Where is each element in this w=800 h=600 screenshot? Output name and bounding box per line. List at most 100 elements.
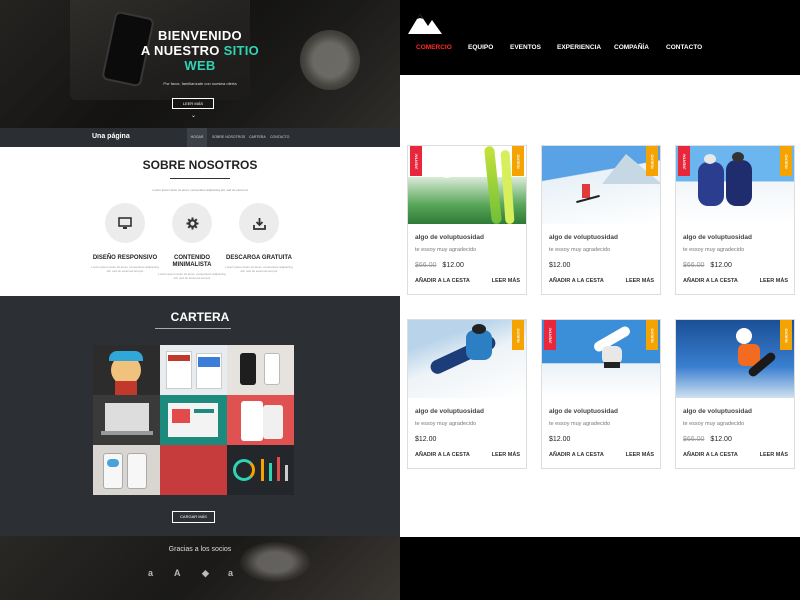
about-text: Lorem ipsum dolor sit amet, consectetur … — [152, 188, 248, 192]
product-image-trick[interactable]: NUEVO — [676, 320, 794, 398]
nav-item-contact[interactable]: CONTACTO — [270, 128, 289, 147]
product-price: $66.00 $12.00 — [683, 436, 732, 443]
mountain-logo-icon[interactable] — [408, 8, 442, 39]
product-card[interactable]: NUEVO algo de voluptuosidad te essoy muy… — [541, 145, 661, 295]
portfolio-item-red[interactable] — [160, 445, 227, 495]
old-price: $66.00 — [683, 436, 705, 443]
add-to-cart-button[interactable]: AÑADIR A LA CESTA — [683, 278, 738, 284]
current-price: $12.00 — [549, 436, 571, 443]
product-card[interactable]: NUEVO algo de voluptuosidad te essoy muy… — [675, 319, 795, 469]
product-price: $12.00 — [549, 436, 570, 443]
product-price: $66.00 $12.00 — [683, 262, 732, 269]
feature-download: DESCARGA GRATUITA Lorem ipsum dolor sit … — [224, 203, 294, 273]
nav-item-portfolio[interactable]: CARTERA — [249, 128, 266, 147]
hero-read-more-button[interactable]: LEER MÁS — [172, 98, 214, 109]
new-badge: NUEVO — [512, 320, 524, 350]
product-title[interactable]: algo de voluptuosidad — [415, 234, 484, 241]
new-badge: NUEVO — [646, 146, 658, 176]
nav-item-shop[interactable]: COMERCIO — [416, 44, 452, 51]
product-image-skier[interactable]: NUEVO — [542, 146, 660, 224]
about-title: SOBRE NOSOTROS — [142, 158, 258, 172]
feature-title: CONTENIDO MINIMALISTA — [172, 255, 212, 268]
new-badge: NUEVO — [512, 146, 524, 176]
portfolio-item-laptop[interactable] — [93, 395, 160, 445]
feature-text: Lorem ipsum dolor sit amet, consectetur … — [225, 265, 293, 273]
portfolio-item-mobile-app[interactable] — [227, 395, 294, 445]
new-badge: NUEVO — [780, 146, 792, 176]
product-card[interactable]: NUEVO algo de voluptuosidad te essoy muy… — [407, 319, 527, 469]
add-to-cart-button[interactable]: AÑADIR A LA CESTA — [683, 452, 738, 458]
add-to-cart-button[interactable]: AÑADIR A LA CESTA — [415, 278, 470, 284]
sale-badge: ¡VENTA! — [544, 320, 556, 350]
new-badge: NUEVO — [780, 320, 792, 350]
new-badge: NUEVO — [646, 320, 658, 350]
add-to-cart-button[interactable]: AÑADIR A LA CESTA — [549, 452, 604, 458]
read-more-link[interactable]: LEER MÁS — [760, 452, 788, 458]
sale-badge: ¡VENTA! — [410, 146, 422, 176]
product-image-snowboards[interactable]: ¡VENTA! NUEVO — [408, 146, 526, 224]
portfolio-section: CARTERA CARGAR MÁS — [0, 296, 400, 536]
product-subtitle: te essoy muy agradecido — [415, 421, 477, 427]
feature-responsive: DISEÑO RESPONSIVO Lorem ipsum dolor sit … — [90, 203, 160, 273]
hero-title-line1: BIENVENIDO — [158, 28, 242, 43]
nav-item-about[interactable]: SOBRE NOSOTROS — [212, 128, 245, 147]
product-title[interactable]: algo de voluptuosidad — [415, 408, 484, 415]
read-more-link[interactable]: LEER MÁS — [492, 452, 520, 458]
about-divider — [170, 178, 230, 179]
one-page-template-preview: BIENVENIDO A NUESTRO SITIO WEB Por favor… — [0, 0, 400, 600]
portfolio-item-webpage[interactable] — [160, 345, 227, 395]
navbar-brand[interactable]: Una página — [92, 133, 130, 140]
nav-item-experience[interactable]: EXPERIENCIA — [557, 44, 601, 51]
read-more-link[interactable]: LEER MÁS — [626, 452, 654, 458]
nav-item-company[interactable]: COMPAÑÍA — [614, 44, 649, 51]
gear-icon — [172, 203, 212, 243]
partner-logo: A — [174, 568, 181, 578]
portfolio-item-dashboard[interactable] — [160, 395, 227, 445]
product-price: $12.00 — [415, 436, 436, 443]
product-subtitle: te essoy muy agradecido — [549, 247, 611, 253]
read-more-link[interactable]: LEER MÁS — [760, 278, 788, 284]
feature-text: Lorem ipsum dolor sit amet, consectetur … — [158, 272, 226, 280]
product-card[interactable]: ¡VENTA! NUEVO algo de voluptuosidad te e… — [675, 145, 795, 295]
hero-title-line3: WEB — [0, 58, 400, 74]
shop-footer — [400, 537, 800, 600]
nav-item-events[interactable]: EVENTOS — [510, 44, 541, 51]
product-image-snowboarder[interactable]: NUEVO — [408, 320, 526, 398]
current-price: $12.00 — [442, 262, 464, 269]
nav-item-contact[interactable]: CONTACTO — [666, 44, 702, 51]
product-title[interactable]: algo de voluptuosidad — [683, 234, 752, 241]
hero-section: BIENVENIDO A NUESTRO SITIO WEB Por favor… — [0, 0, 400, 128]
product-price: $66.00 $12.00 — [415, 262, 464, 269]
add-to-cart-button[interactable]: AÑADIR A LA CESTA — [549, 278, 604, 284]
portfolio-item-character[interactable] — [93, 345, 160, 395]
product-title[interactable]: algo de voluptuosidad — [549, 234, 618, 241]
product-subtitle: te essoy muy agradecido — [549, 421, 611, 427]
product-image-skiers[interactable]: ¡VENTA! NUEVO — [676, 146, 794, 224]
product-image-jump[interactable]: ¡VENTA! NUEVO — [542, 320, 660, 398]
portfolio-grid — [93, 345, 294, 495]
add-to-cart-button[interactable]: AÑADIR A LA CESTA — [415, 452, 470, 458]
portfolio-item-phones[interactable] — [227, 345, 294, 395]
product-title[interactable]: algo de voluptuosidad — [683, 408, 752, 415]
one-page-navbar: Una página HOGAR SOBRE NOSOTROS CARTERA … — [0, 128, 400, 147]
chevron-down-icon[interactable]: ⌄ — [191, 112, 196, 119]
shop-template-preview: COMERCIO EQUIPO EVENTOS EXPERIENCIA COMP… — [400, 0, 800, 600]
product-subtitle: te essoy muy agradecido — [683, 421, 745, 427]
nav-item-home[interactable]: HOGAR — [187, 128, 207, 147]
product-title[interactable]: algo de voluptuosidad — [549, 408, 618, 415]
load-more-button[interactable]: CARGAR MÁS — [172, 511, 215, 523]
portfolio-item-ui-kit[interactable] — [227, 445, 294, 495]
portfolio-item-weather-app[interactable] — [93, 445, 160, 495]
read-more-link[interactable]: LEER MÁS — [492, 278, 520, 284]
product-price: $12.00 — [549, 262, 570, 269]
current-price: $12.00 — [710, 262, 732, 269]
hero-subtitle: Por favor, familiarízate con nuestra ofe… — [163, 81, 237, 86]
product-card[interactable]: ¡VENTA! NUEVO algo de voluptuosidad te e… — [541, 319, 661, 469]
partners-section: Gracias a los socios a A ◆ a — [0, 536, 400, 600]
feature-title: DESCARGA GRATUITA — [226, 255, 292, 261]
nav-item-team[interactable]: EQUIPO — [468, 44, 493, 51]
feature-minimalist: CONTENIDO MINIMALISTA Lorem ipsum dolor … — [157, 203, 227, 280]
download-icon — [239, 203, 279, 243]
read-more-link[interactable]: LEER MÁS — [626, 278, 654, 284]
product-card[interactable]: ¡VENTA! NUEVO algo de voluptuosidad te e… — [407, 145, 527, 295]
